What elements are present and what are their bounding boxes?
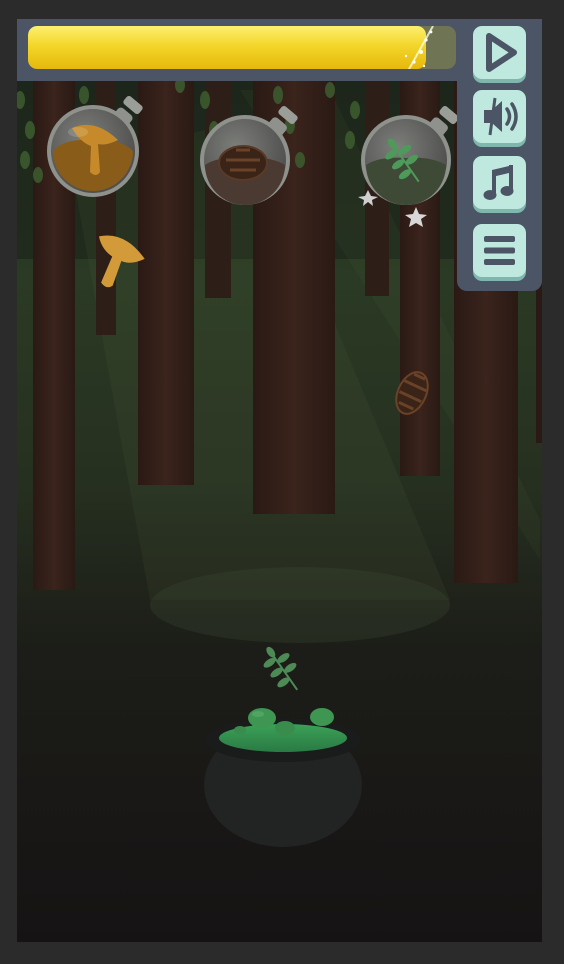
tree-trunk — [138, 80, 194, 485]
cauldron — [204, 708, 362, 847]
music-note-icon — [483, 165, 514, 200]
sparkle-icon — [404, 26, 434, 69]
music-button[interactable] — [473, 156, 526, 209]
potion-progress-bar — [28, 26, 456, 69]
menu-button[interactable] — [473, 224, 526, 277]
hamburger-menu-icon — [484, 236, 515, 265]
speaker-muted-icon — [484, 97, 518, 136]
play-icon — [486, 33, 517, 72]
sound-button[interactable] — [473, 90, 526, 143]
play-button[interactable] — [473, 26, 526, 79]
